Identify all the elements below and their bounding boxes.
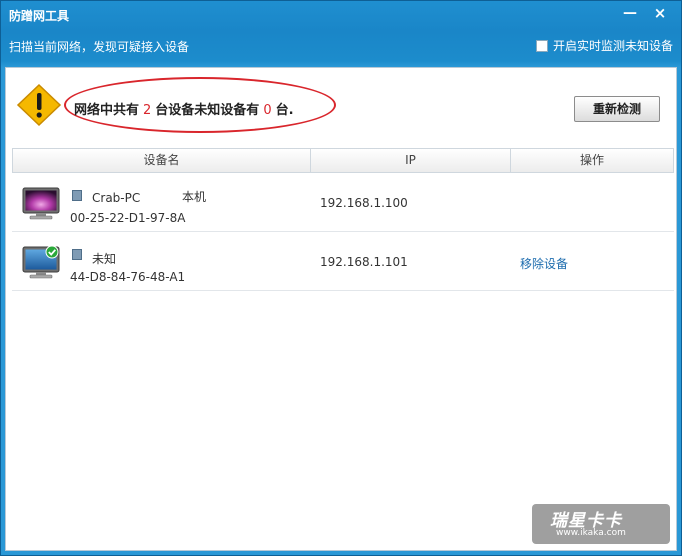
table-header: 设备名 IP 操作 [12, 148, 674, 173]
device-name: 未知 [92, 252, 117, 266]
device-table: 设备名 IP 操作 Crab-PC 本机 00-25-22-D1-97-8A 1… [12, 148, 674, 291]
window-title: 防蹭网工具 [9, 9, 70, 23]
title-bar[interactable]: 防蹭网工具 — × [1, 1, 681, 29]
summary-message: 网络中共有 2 台设备未知设备有 0 台. [74, 99, 294, 118]
sub-header: 扫描当前网络，发现可疑接入设备 开启实时监测未知设备 [1, 29, 681, 65]
computer-pink-icon [22, 187, 60, 220]
device-ip: 192.168.1.101 [320, 255, 408, 269]
device-tag: 本机 [182, 190, 207, 204]
device-name-cell: 未知 44-D8-84-76-48-A1 [12, 232, 310, 290]
summary-prefix: 网络中共有 [74, 103, 140, 118]
summary-middle: 台设备未知设备有 [155, 103, 260, 118]
device-type-icon [72, 190, 82, 201]
app-window: 防蹭网工具 — × 扫描当前网络，发现可疑接入设备 开启实时监测未知设备 网络中… [0, 0, 682, 556]
computer-blue-check-icon [22, 246, 60, 279]
watermark-url: www.ikaka.com [556, 528, 626, 538]
content-panel: 网络中共有 2 台设备未知设备有 0 台. 重新检测 设备名 IP 操作 Cra… [5, 67, 677, 551]
summary-suffix: 台. [275, 103, 294, 118]
device-name: Crab-PC [92, 191, 141, 205]
column-header-action[interactable]: 操作 [511, 149, 673, 172]
subtitle: 扫描当前网络，发现可疑接入设备 [9, 40, 190, 54]
column-header-device-name[interactable]: 设备名 [13, 149, 311, 172]
device-mac: 00-25-22-D1-97-8A [70, 211, 186, 225]
realtime-monitor-checkbox[interactable] [535, 39, 548, 52]
column-header-ip[interactable]: IP [311, 149, 511, 172]
warning-triangle-icon [16, 83, 62, 127]
minimize-button[interactable]: — [617, 3, 643, 23]
device-ip-cell: 192.168.1.100 [310, 173, 510, 231]
realtime-monitor-label[interactable]: 开启实时监测未知设备 [553, 37, 673, 54]
device-action-cell [510, 173, 672, 231]
device-mac: 44-D8-84-76-48-A1 [70, 270, 186, 284]
rescan-button[interactable]: 重新检测 [574, 96, 660, 122]
device-ip-cell: 192.168.1.101 [310, 232, 510, 290]
device-name-cell: Crab-PC 本机 00-25-22-D1-97-8A [12, 173, 310, 231]
realtime-monitor-option[interactable]: 开启实时监测未知设备 [535, 37, 673, 54]
device-type-icon [72, 249, 82, 260]
device-action-cell: 移除设备 [510, 232, 672, 290]
summary-area: 网络中共有 2 台设备未知设备有 0 台. 重新检测 [6, 68, 676, 148]
watermark-logo: 瑞星卡卡 www.ikaka.com [532, 504, 670, 544]
remove-device-link[interactable]: 移除设备 [520, 255, 568, 272]
table-row[interactable]: 未知 44-D8-84-76-48-A1 192.168.1.101 移除设备 [12, 232, 674, 291]
total-device-count: 2 [143, 103, 152, 118]
unknown-device-count: 0 [263, 103, 272, 118]
close-button[interactable]: × [647, 3, 673, 23]
table-row[interactable]: Crab-PC 本机 00-25-22-D1-97-8A 192.168.1.1… [12, 173, 674, 232]
device-ip: 192.168.1.100 [320, 196, 408, 210]
